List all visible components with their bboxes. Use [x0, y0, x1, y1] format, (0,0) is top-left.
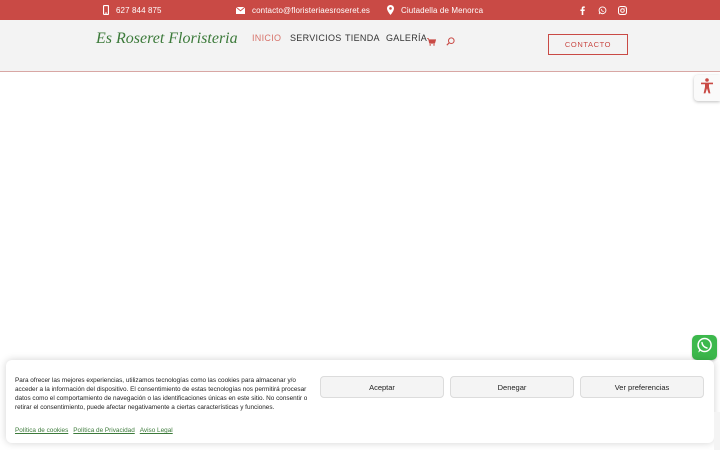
accessibility-button[interactable]: [694, 75, 720, 101]
preferences-button[interactable]: Ver preferencias: [580, 376, 704, 398]
nav-item-servicios[interactable]: SERVICIOS: [290, 33, 342, 43]
phone-icon: [103, 5, 109, 15]
whatsapp-chat-button[interactable]: [692, 335, 717, 360]
nav-item-galeria[interactable]: GALERÍA: [386, 33, 427, 43]
cookie-consent-text: Para ofrecer las mejores experiencias, u…: [15, 377, 308, 411]
privacy-policy-link[interactable]: Política de Privacidad: [73, 427, 134, 434]
top-bar: 627 844 875 contacto@floristeriaesrosere…: [0, 0, 720, 20]
phone-contact[interactable]: 627 844 875: [103, 0, 162, 20]
deny-button[interactable]: Denegar: [450, 376, 574, 398]
contact-button[interactable]: CONTACTO: [548, 34, 628, 55]
legal-notice-link[interactable]: Aviso Legal: [140, 427, 173, 434]
cookie-policy-link[interactable]: Política de cookies: [15, 427, 68, 434]
whatsapp-chat-icon: [696, 337, 713, 359]
instagram-icon[interactable]: [615, 3, 629, 17]
email-contact[interactable]: contacto@floristeriaesroseret.es: [236, 0, 370, 20]
accessibility-icon: [700, 77, 714, 99]
facebook-icon[interactable]: [575, 3, 589, 17]
site-header: Es Roseret Floristeria INICIO SERVICIOS …: [0, 20, 720, 72]
site-logo[interactable]: Es Roseret Floristeria: [96, 30, 238, 48]
search-icon[interactable]: [446, 33, 455, 51]
whatsapp-icon[interactable]: [595, 3, 609, 17]
phone-number[interactable]: 627 844 875: [116, 6, 162, 15]
envelope-icon: [236, 6, 245, 14]
nav-item-inicio[interactable]: INICIO: [252, 33, 281, 43]
accept-button[interactable]: Aceptar: [320, 376, 444, 398]
map-pin-icon: [387, 5, 394, 15]
nav-item-tienda[interactable]: TIENDA: [345, 33, 380, 43]
email-address[interactable]: contacto@floristeriaesroseret.es: [252, 6, 370, 15]
recaptcha-badge[interactable]: [714, 412, 720, 450]
location-info: Ciutadella de Menorca: [387, 0, 483, 20]
cookie-consent-banner: Para ofrecer las mejores experiencias, u…: [6, 360, 714, 443]
cart-icon[interactable]: [427, 33, 437, 51]
cookie-links: Política de cookies Política de Privacid…: [15, 427, 173, 434]
location-text: Ciutadella de Menorca: [401, 5, 484, 15]
